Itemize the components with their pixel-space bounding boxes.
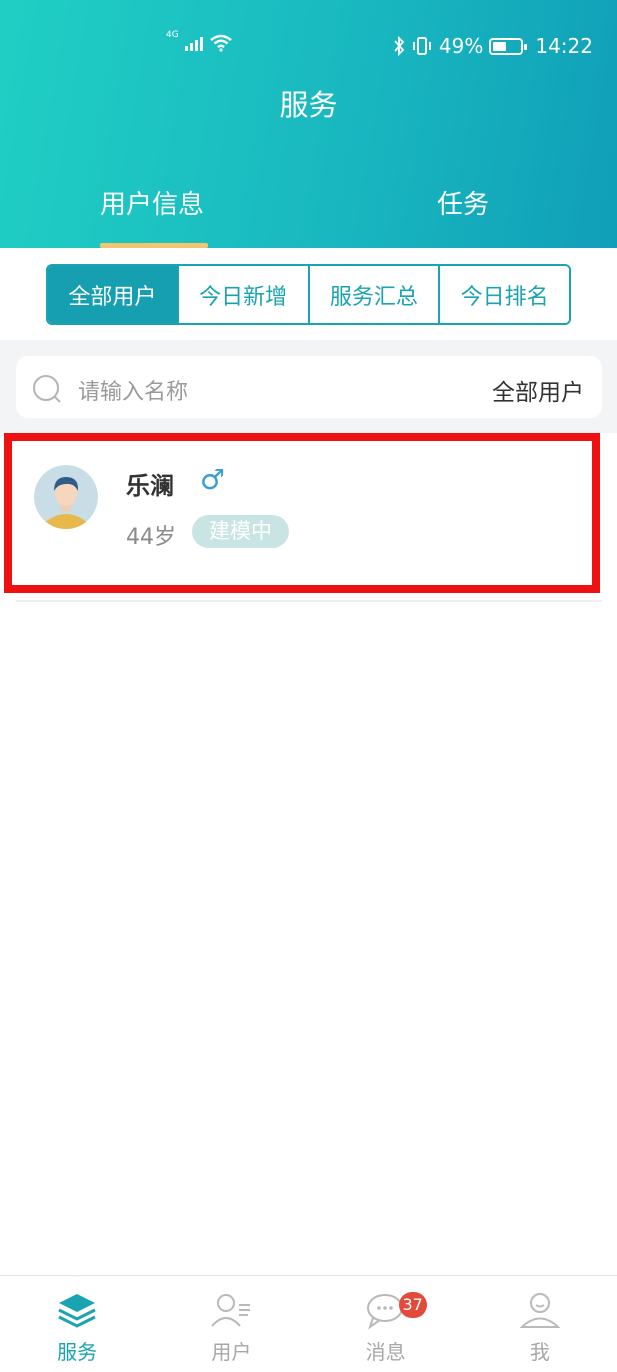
header: 4G 49% 14:22 服务 用户信息 任务 bbox=[0, 0, 617, 248]
divider bbox=[16, 600, 602, 602]
user-list-icon bbox=[211, 1294, 251, 1327]
profile-icon bbox=[519, 1293, 561, 1328]
segment-new-today[interactable]: 今日新增 bbox=[178, 266, 310, 323]
nav-label-me: 我 bbox=[529, 1340, 550, 1364]
search-icon bbox=[33, 375, 61, 403]
vibrate-icon bbox=[412, 37, 431, 55]
page-title: 服务 bbox=[279, 88, 338, 122]
segment-all-users[interactable]: 全部用户 bbox=[48, 266, 179, 323]
nav-item-me[interactable]: 我 bbox=[463, 1276, 617, 1372]
status-bar: 4G 49% 14:22 bbox=[0, 28, 617, 64]
user-age: 44岁 bbox=[126, 525, 176, 550]
bottom-nav: 服务 用户 37 消息 我 bbox=[0, 1275, 617, 1372]
message-count-badge: 37 bbox=[398, 1292, 427, 1318]
cell-signal-icon bbox=[184, 35, 203, 51]
status-badge: 建模中 bbox=[192, 515, 289, 548]
network-type: 4G bbox=[166, 30, 179, 40]
user-name: 乐澜 bbox=[126, 472, 174, 500]
active-tab-indicator bbox=[100, 243, 208, 248]
nav-label-messages: 消息 bbox=[365, 1340, 406, 1364]
male-icon: ♂ bbox=[200, 463, 226, 496]
segment-today-ranking[interactable]: 今日排名 bbox=[440, 266, 569, 323]
nav-item-messages[interactable]: 37 消息 bbox=[309, 1276, 463, 1372]
bluetooth-icon bbox=[394, 36, 405, 56]
battery-percent: 49% bbox=[438, 34, 484, 58]
battery-icon bbox=[489, 37, 528, 55]
status-right: 49% 14:22 bbox=[393, 34, 593, 58]
nav-label-service: 服务 bbox=[57, 1340, 98, 1364]
layers-icon bbox=[58, 1294, 96, 1328]
segmented-control: 全部用户 今日新增 服务汇总 今日排名 bbox=[46, 264, 571, 325]
search-bar: 请输入名称 全部用户 bbox=[16, 356, 602, 418]
wifi-icon bbox=[209, 34, 232, 52]
nav-label-users: 用户 bbox=[211, 1340, 252, 1364]
tab-user-info[interactable]: 用户信息 bbox=[100, 184, 204, 221]
clock: 14:22 bbox=[535, 34, 593, 58]
avatar bbox=[34, 465, 98, 529]
status-left: 4G bbox=[166, 30, 233, 52]
search-input[interactable]: 请输入名称 bbox=[78, 374, 188, 406]
segment-service-summary[interactable]: 服务汇总 bbox=[309, 266, 441, 323]
user-card[interactable]: 乐澜 ♂ 44岁 建模中 bbox=[4, 433, 600, 593]
tab-tasks[interactable]: 任务 bbox=[437, 184, 489, 221]
nav-item-users[interactable]: 用户 bbox=[154, 1276, 308, 1372]
nav-item-service[interactable]: 服务 bbox=[0, 1276, 154, 1372]
user-filter-dropdown[interactable]: 全部用户 bbox=[492, 373, 584, 407]
